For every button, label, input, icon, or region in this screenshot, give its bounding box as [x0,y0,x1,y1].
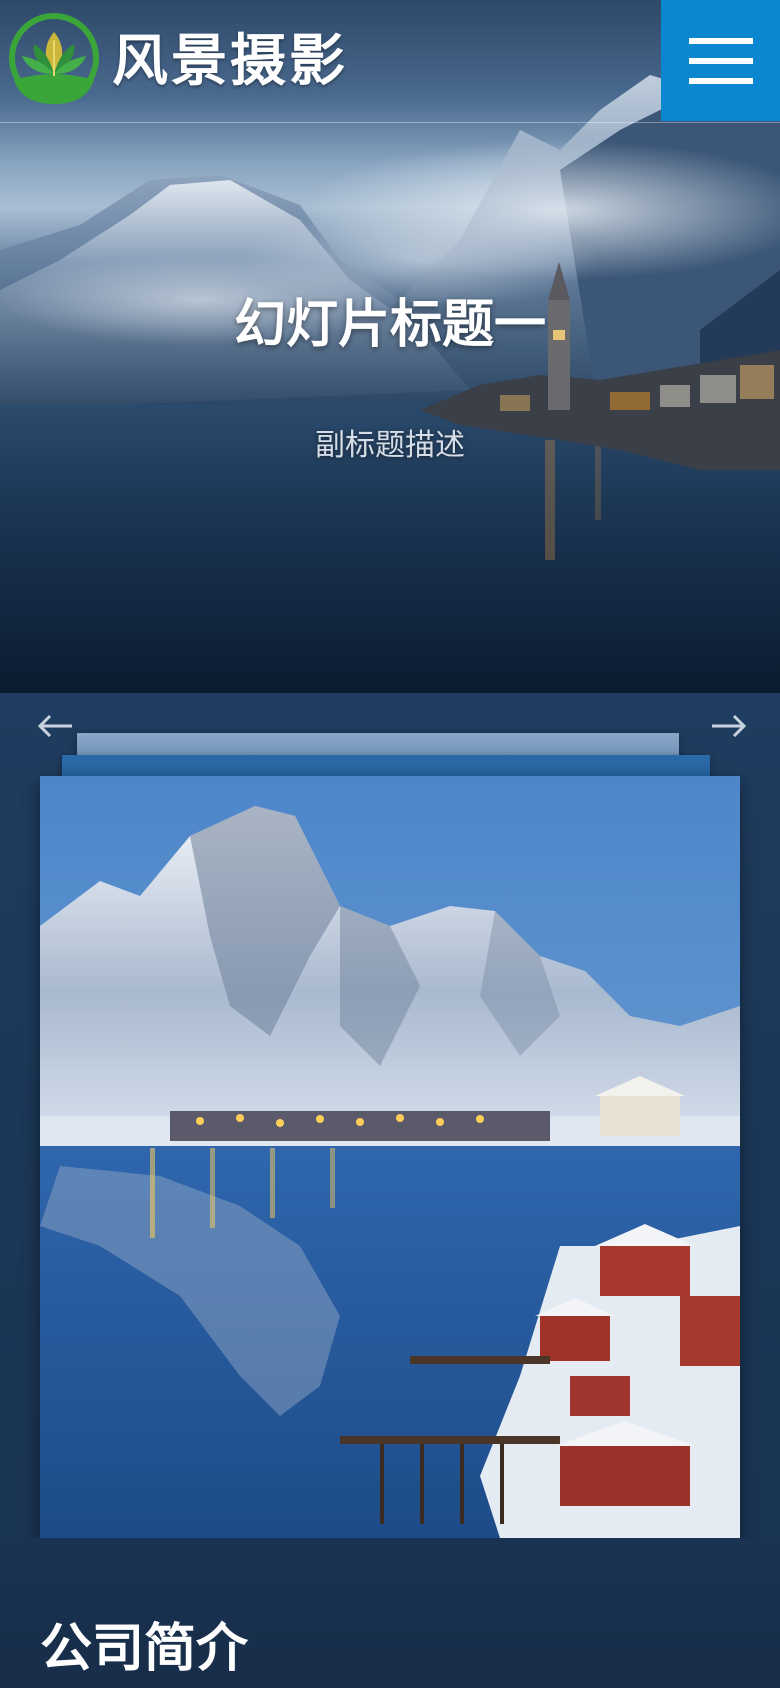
about-section-title: 公司简介 [40,1619,249,1679]
slide-subtitle: 副标题描述 [315,428,465,463]
gallery-next-button[interactable] [708,711,748,741]
winter-fjord-village-photo [40,776,740,1538]
hero-banner: 风景摄影 幻灯片标题一 副标题描述 [0,0,780,693]
arrow-left-icon [37,714,72,738]
site-name[interactable]: 风景摄影 [112,26,348,96]
arrow-right-icon [712,714,747,738]
gallery-prev-button[interactable] [36,711,76,741]
photo-gallery-carousel: 公司简介 [0,693,780,1688]
hamburger-menu-button[interactable] [661,0,780,121]
lotus-leaf-logo[interactable] [6,10,102,108]
gallery-card-active[interactable] [40,776,740,1538]
top-header: 风景摄影 [0,0,780,123]
slide-title: 幻灯片标题一 [233,295,546,355]
